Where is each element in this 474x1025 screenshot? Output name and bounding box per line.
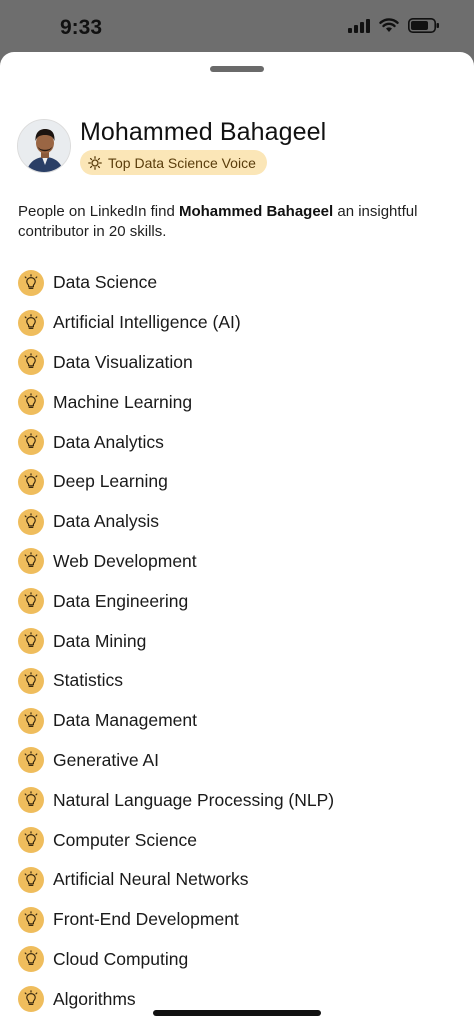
- status-icons: [348, 18, 440, 33]
- lightbulb-icon: [18, 269, 44, 296]
- skill-label: Front-End Development: [53, 909, 239, 930]
- skill-label: Data Science: [53, 272, 158, 293]
- avatar-photo: [18, 120, 70, 172]
- skill-item: Cloud Computing: [18, 940, 458, 980]
- skill-item: Deep Learning: [18, 462, 458, 502]
- skill-item: Statistics: [18, 661, 458, 701]
- lightbulb-icon: [18, 508, 44, 535]
- skill-label: Statistics: [53, 670, 124, 691]
- skill-label: Web Development: [53, 550, 197, 571]
- intro-text: People on LinkedIn find Mohammed Bahagee…: [18, 202, 458, 241]
- skill-item: Artificial Intelligence (AI): [18, 303, 458, 343]
- home-indicator[interactable]: [153, 1010, 321, 1016]
- lightbulb-icon: [18, 946, 44, 973]
- sheet-grabber[interactable]: [210, 66, 264, 72]
- skill-label: Data Analytics: [53, 431, 164, 452]
- skill-item: Data Analytics: [18, 422, 458, 462]
- lightbulb-icon: [18, 707, 44, 734]
- skill-label: Data Analysis: [53, 511, 160, 532]
- skills-list: Data Science Artificial Intelligence (AI…: [18, 263, 458, 1019]
- badge-label: Top Data Science Voice: [108, 154, 256, 171]
- skills-bottom-sheet: Mohammed Bahageel Top Data Science Voice…: [0, 52, 474, 1025]
- skill-label: Generative AI: [53, 749, 160, 770]
- skill-label: Computer Science: [53, 829, 197, 850]
- lightbulb-icon: [18, 787, 44, 814]
- lightbulb-icon: [18, 429, 44, 456]
- lightbulb-icon: [18, 866, 44, 893]
- cellular-signal-icon: [348, 18, 370, 33]
- skill-label: Data Management: [53, 710, 197, 731]
- lightbulb-icon: [18, 986, 44, 1013]
- skill-item: Data Science: [18, 263, 458, 303]
- lightbulb-icon: [18, 389, 44, 416]
- profile-name: Mohammed Bahageel: [80, 118, 327, 146]
- status-time: 9:33: [60, 16, 103, 39]
- lightbulb-icon: [18, 667, 44, 694]
- skill-item: Data Mining: [18, 621, 458, 661]
- lightbulb-icon: [18, 747, 44, 774]
- skill-label: Data Mining: [53, 630, 147, 651]
- lightbulb-icon: [18, 548, 44, 575]
- skill-item: Web Development: [18, 542, 458, 582]
- skill-label: Cloud Computing: [53, 948, 189, 969]
- skill-item: Data Visualization: [18, 343, 458, 383]
- skill-item: Artificial Neural Networks: [18, 860, 458, 900]
- lightbulb-icon: [18, 628, 44, 655]
- skill-item: Data Management: [18, 701, 458, 741]
- skill-label: Deep Learning: [53, 471, 168, 492]
- sun-icon: [88, 155, 102, 170]
- skill-label: Artificial Neural Networks: [53, 869, 249, 890]
- intro-prefix: People on LinkedIn find: [18, 203, 179, 220]
- skill-item: Data Engineering: [18, 581, 458, 621]
- skill-item: Natural Language Processing (NLP): [18, 780, 458, 820]
- lightbulb-icon: [18, 906, 44, 933]
- lightbulb-icon: [18, 468, 44, 495]
- lightbulb-icon: [18, 827, 44, 854]
- battery-icon: [408, 18, 439, 33]
- skill-label: Natural Language Processing (NLP): [53, 789, 335, 810]
- skill-label: Data Visualization: [53, 351, 193, 372]
- skill-item: Data Analysis: [18, 502, 458, 542]
- avatar[interactable]: [17, 119, 71, 173]
- skill-item: Computer Science: [18, 820, 458, 860]
- wifi-icon: [379, 18, 399, 32]
- status-bar: 9:33: [0, 0, 474, 52]
- skill-item: Machine Learning: [18, 382, 458, 422]
- lightbulb-icon: [18, 588, 44, 615]
- lightbulb-icon: [18, 309, 44, 336]
- skill-item: Front-End Development: [18, 900, 458, 940]
- skill-label: Machine Learning: [53, 391, 193, 412]
- skill-label: Data Engineering: [53, 590, 189, 611]
- skill-label: Artificial Intelligence (AI): [53, 312, 241, 333]
- lightbulb-icon: [18, 349, 44, 376]
- top-voice-badge[interactable]: Top Data Science Voice: [80, 150, 267, 175]
- skill-item: Generative AI: [18, 741, 458, 781]
- intro-name: Mohammed Bahageel: [178, 203, 334, 220]
- skill-label: Algorithms: [53, 988, 136, 1009]
